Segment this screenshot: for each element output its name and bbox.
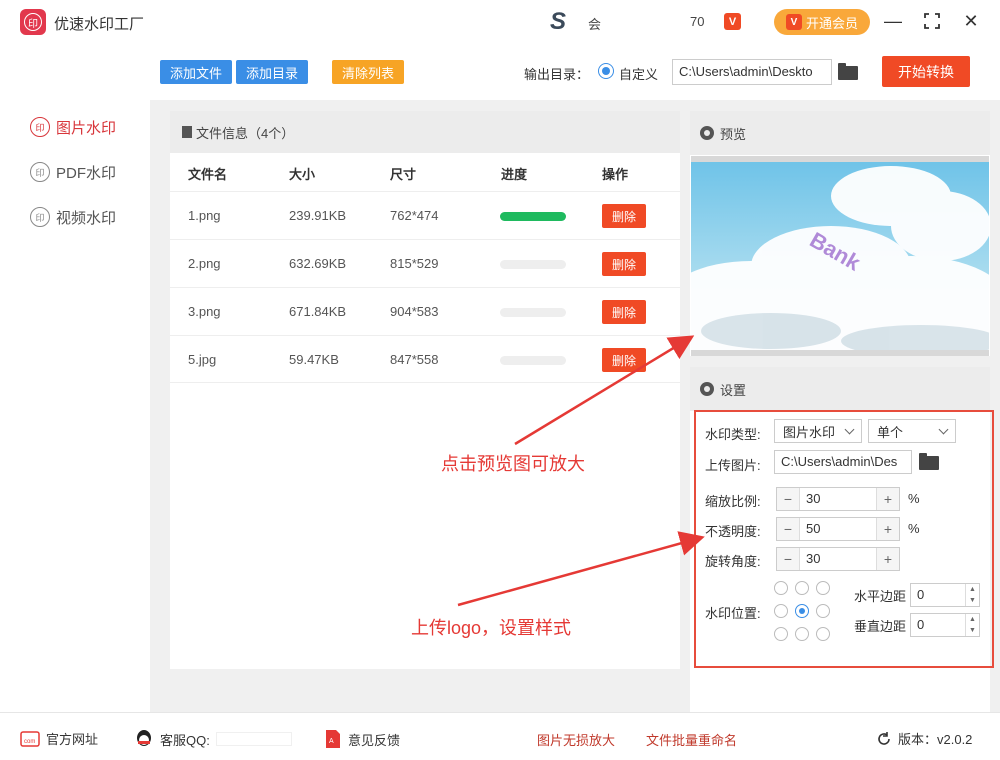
version-info: 版本：v2.0.2 — [876, 729, 972, 748]
batch-rename-link[interactable]: 文件批量重命名 — [646, 730, 737, 749]
qq-number-mask — [215, 732, 292, 746]
service-qq[interactable]: 客服QQ: — [134, 729, 292, 749]
feedback-link[interactable]: A 意见反馈 — [324, 729, 400, 749]
feedback-label: 意见反馈 — [348, 732, 401, 748]
annotation-upload-hint: 上传logo，设置样式 — [411, 618, 572, 638]
website-label: 官方网址 — [46, 732, 99, 747]
service-qq-label: 客服QQ: — [160, 732, 210, 748]
pdf-icon: A — [326, 730, 340, 748]
version-label: 版本：v2.0.2 — [898, 732, 973, 747]
website-icon: com — [20, 730, 40, 747]
footer: com 官方网址 客服QQ: A 意见反馈 图片无损放大 文件批量重命名 版本：… — [0, 712, 1000, 760]
annotation-preview-hint: 点击预览图可放大 — [441, 454, 585, 474]
refresh-icon — [878, 731, 890, 745]
svg-text:A: A — [329, 738, 334, 745]
qq-icon — [137, 730, 151, 746]
svg-text:com: com — [24, 739, 35, 745]
website-link[interactable]: com 官方网址 — [20, 729, 98, 748]
lossless-enlarge-link[interactable]: 图片无损放大 — [537, 730, 615, 749]
annotation-arrows — [457, 335, 705, 607]
